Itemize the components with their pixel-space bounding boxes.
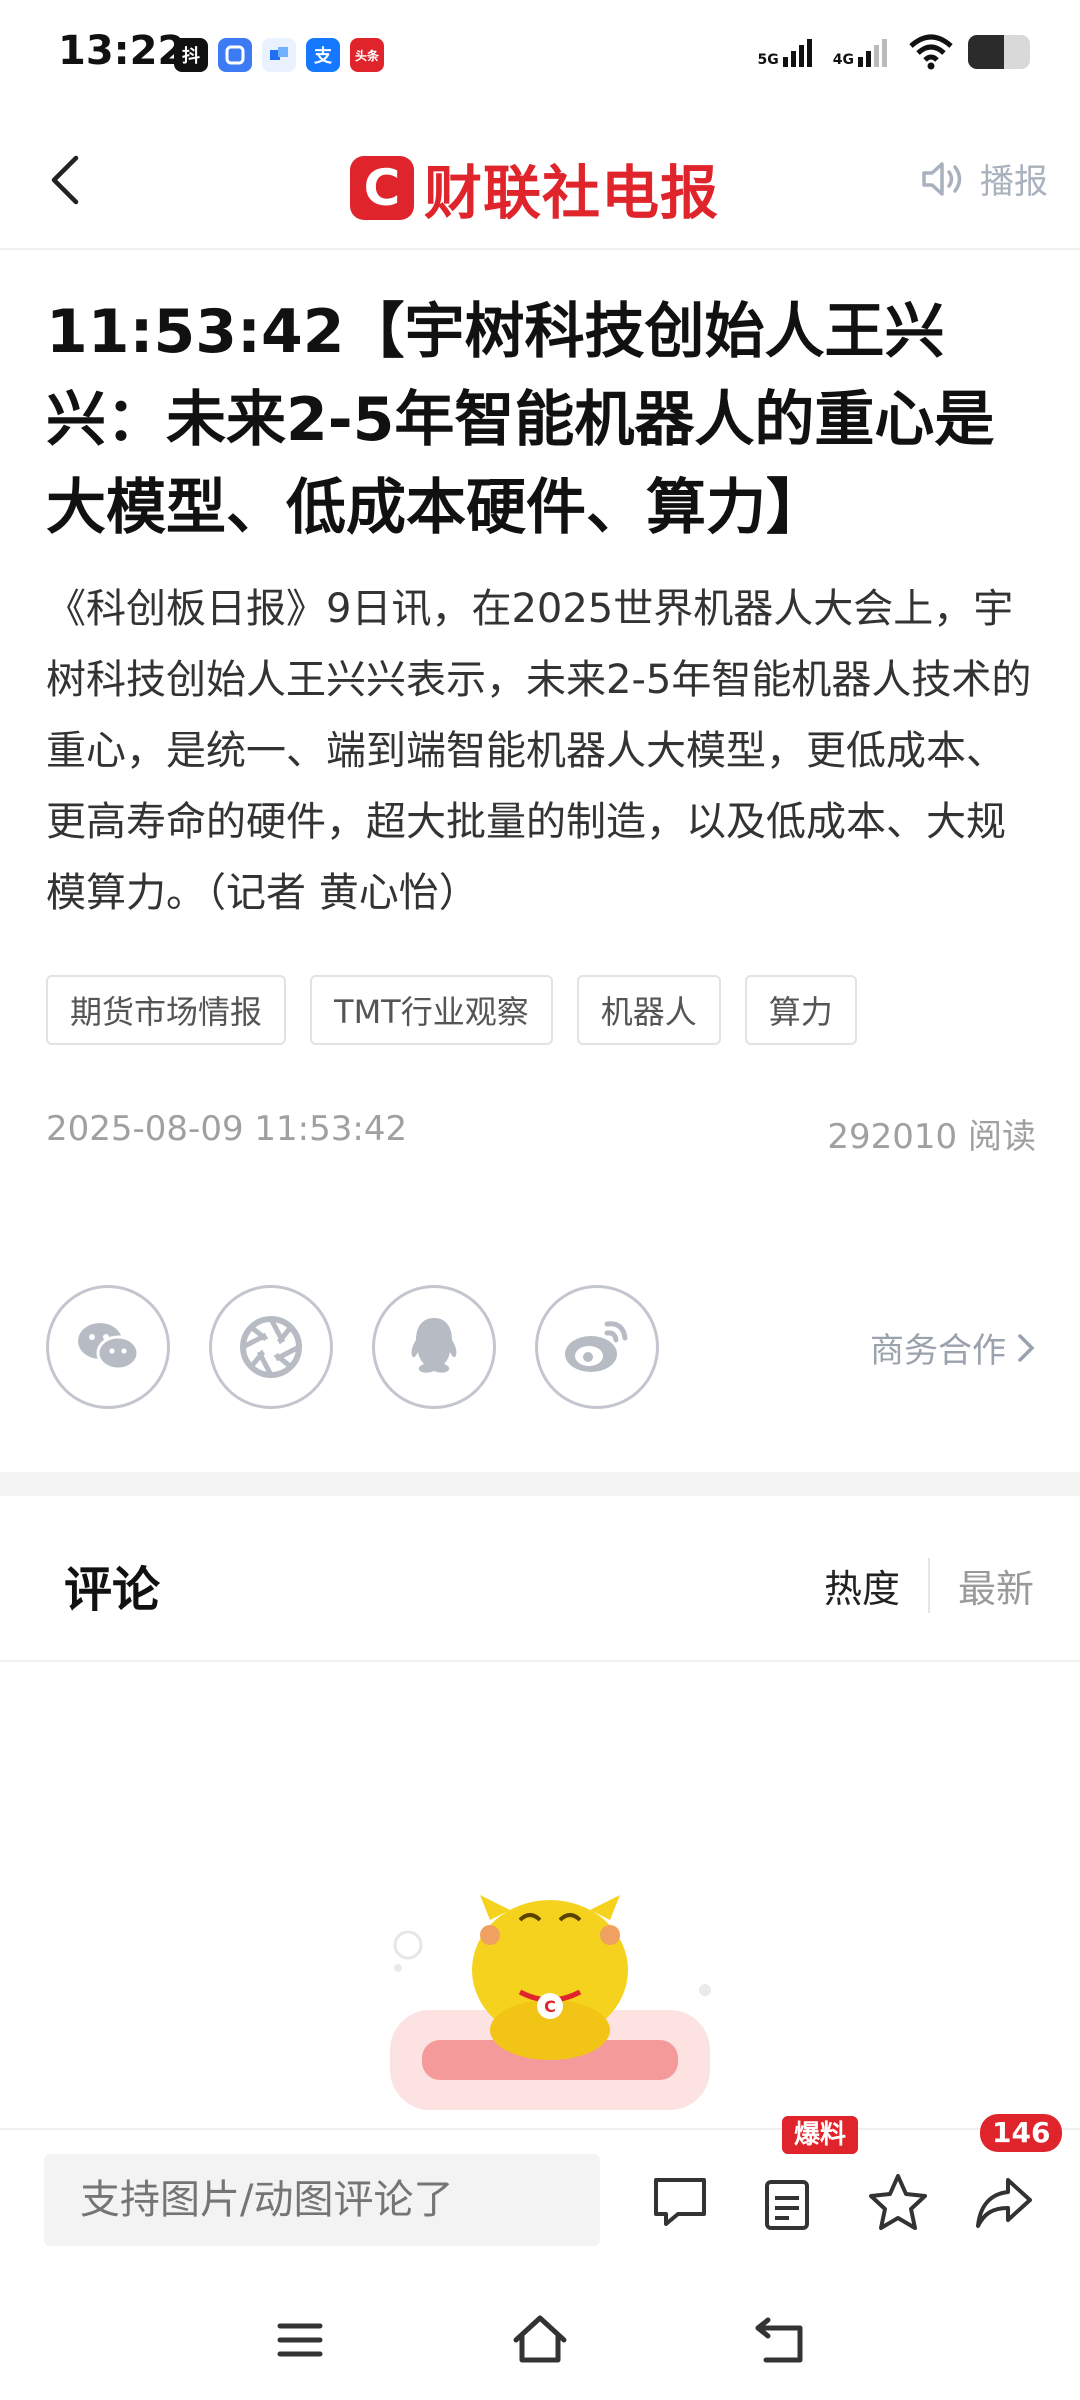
status-bar: 13:22 抖 支 头条 5G 4G: [0, 0, 1080, 110]
battery-icon: [968, 35, 1030, 69]
app-icon: [262, 38, 296, 72]
system-nav-bar: [0, 2270, 1080, 2400]
share-arrow-icon: [976, 2178, 1032, 2228]
nav-menu-button[interactable]: [270, 2310, 330, 2370]
comments-header: 评论 热度 最新: [0, 1496, 1080, 1662]
app-header: C 财联社电报 播报: [0, 110, 1080, 250]
tip-off-badge: 爆料: [782, 2116, 859, 2154]
tag-compute[interactable]: 算力: [744, 975, 857, 1045]
alipay-icon: 支: [306, 38, 340, 72]
read-count: 292010 阅读: [827, 1117, 1036, 1157]
star-icon: [869, 2174, 927, 2230]
share-moments-button[interactable]: [209, 1285, 333, 1409]
qq-icon: [411, 1318, 457, 1373]
document-icon: [765, 2180, 809, 2230]
signal-5g-icon: 5G: [758, 37, 819, 67]
comments-button[interactable]: [648, 2170, 712, 2234]
moments-icon: [240, 1316, 302, 1378]
tag-futures[interactable]: 期货市场情报: [46, 975, 287, 1045]
business-cooperation-link[interactable]: 商务合作: [870, 1323, 1036, 1372]
logo-mark: C: [350, 156, 414, 220]
signal-4g-icon: 4G: [833, 37, 894, 67]
favorite-button[interactable]: [866, 2170, 930, 2234]
status-app-icons: 抖 支 头条: [174, 38, 384, 72]
tip-off-button[interactable]: [757, 2170, 821, 2234]
publish-datetime: 2025-08-09 11:53:42: [46, 1109, 408, 1149]
tag-robots[interactable]: 机器人: [576, 975, 721, 1045]
svg-text:C: C: [544, 1997, 556, 2016]
status-time: 13:22: [58, 28, 186, 74]
toutiao-icon: 头条: [350, 38, 384, 72]
chevron-right-icon: [1018, 1333, 1035, 1362]
logo-text: 财联社电报: [424, 159, 720, 227]
article-headline: 11:53:42【宇树科技创始人王兴兴：未来2-5年智能机器人的重心是大模型、低…: [46, 297, 995, 543]
share-count-badge: 146: [980, 2114, 1063, 2152]
share-wechat-button[interactable]: [46, 1285, 170, 1409]
speaker-icon: [922, 161, 962, 196]
broadcast-button[interactable]: 播报: [920, 154, 1048, 203]
home-icon: [513, 2315, 567, 2363]
sort-newest-tab[interactable]: 最新: [930, 1558, 1034, 1613]
article: 11:53:42【宇树科技创始人王兴兴：未来2-5年智能机器人的重心是大模型、低…: [46, 288, 1036, 1158]
article-body: 《科创板日报》9日讯，在2025世界机器人大会上，宇树科技创始人王兴兴表示，未来…: [46, 586, 1032, 916]
nav-home-button[interactable]: [510, 2310, 570, 2370]
share-weibo-button[interactable]: [535, 1285, 659, 1409]
status-right: 5G 4G: [758, 34, 1030, 70]
share-row: 商务合作: [46, 1285, 1036, 1415]
empty-comments-illustration: C: [390, 1895, 711, 2110]
sort-hot-tab[interactable]: 热度: [824, 1558, 930, 1613]
broadcast-label: 播报: [980, 162, 1048, 202]
bottom-action-bar: 爆料 146: [0, 2114, 1080, 2270]
nav-back-button[interactable]: [750, 2310, 810, 2370]
wifi-icon: [909, 34, 953, 70]
comment-bubble-icon: [654, 2178, 706, 2226]
back-button[interactable]: [40, 148, 96, 212]
tag-list: 期货市场情报 TMT行业观察 机器人 算力: [46, 975, 1036, 1045]
tag-tmt[interactable]: TMT行业观察: [310, 975, 553, 1045]
comment-sort-tabs: 热度 最新: [824, 1558, 1034, 1613]
comment-input[interactable]: [44, 2154, 600, 2246]
business-cooperation-label: 商务合作: [870, 1331, 1006, 1371]
section-divider: [0, 1472, 1080, 1496]
chevron-left-icon: [51, 155, 79, 205]
share-button[interactable]: [972, 2170, 1036, 2234]
share-qq-button[interactable]: [372, 1285, 496, 1409]
weibo-icon: [565, 1321, 628, 1372]
browser-icon: [218, 38, 252, 72]
tiktok-icon: 抖: [174, 38, 208, 72]
article-meta: 2025-08-09 11:53:42 292010 阅读: [46, 1109, 1036, 1158]
wechat-icon: [78, 1323, 140, 1371]
app-logo: C 财联社电报: [350, 146, 719, 230]
return-icon: [755, 2317, 803, 2363]
menu-icon: [277, 2323, 323, 2357]
comments-title: 评论: [64, 1562, 161, 1618]
